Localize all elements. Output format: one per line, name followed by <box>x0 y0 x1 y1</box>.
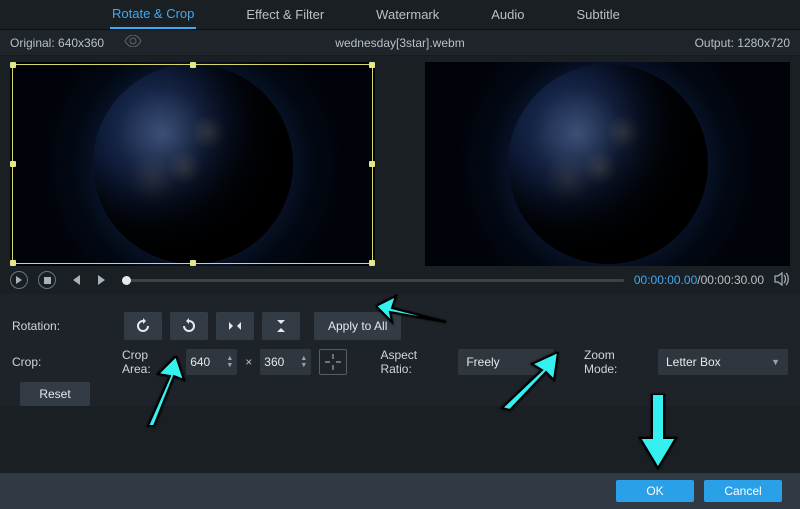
controls-panel: Rotation: Apply to All Crop: Crop Area: … <box>0 294 800 406</box>
zoom-mode-dropdown[interactable]: Letter Box ▼ <box>658 349 788 375</box>
chevron-down-icon: ▼ <box>771 357 780 367</box>
time-display: 00:00:00.00/00:00:30.00 <box>634 273 764 287</box>
width-down[interactable]: ▼ <box>226 362 233 369</box>
current-time: 00:00:00.00 <box>634 273 697 287</box>
output-preview <box>425 62 790 266</box>
tabs-bar: Rotate & Crop Effect & Filter Watermark … <box>0 0 800 30</box>
original-preview[interactable] <box>10 62 375 266</box>
flip-horizontal-button[interactable] <box>216 312 254 340</box>
crop-label: Crop: <box>12 355 71 369</box>
chevron-down-icon: ▼ <box>537 357 546 367</box>
crop-width-input[interactable]: 640 ▲▼ <box>186 349 237 375</box>
playback-bar: 00:00:00.00/00:00:30.00 <box>0 266 800 294</box>
rotation-label: Rotation: <box>12 319 72 333</box>
aspect-ratio-label: Aspect Ratio: <box>380 348 450 376</box>
aspect-ratio-dropdown[interactable]: Freely ▼ <box>458 349 554 375</box>
times-icon: × <box>245 355 252 369</box>
aspect-ratio-value: Freely <box>466 355 537 369</box>
zoom-mode-value: Letter Box <box>666 355 771 369</box>
eye-icon[interactable] <box>124 35 142 50</box>
seek-track[interactable] <box>122 279 624 282</box>
height-up[interactable]: ▲ <box>300 355 307 362</box>
total-time: 00:00:30.00 <box>701 273 764 287</box>
width-up[interactable]: ▲ <box>226 355 233 362</box>
filename-label: wednesday[3star].webm <box>335 36 464 50</box>
crop-width-value: 640 <box>190 355 226 369</box>
crop-area-label: Crop Area: <box>122 348 178 376</box>
apply-to-all-button[interactable]: Apply to All <box>314 312 401 340</box>
zoom-mode-label: Zoom Mode: <box>584 348 650 376</box>
rotation-row: Rotation: Apply to All <box>12 308 788 344</box>
cancel-button[interactable]: Cancel <box>704 480 782 502</box>
crop-height-value: 360 <box>264 355 300 369</box>
rotate-right-button[interactable] <box>170 312 208 340</box>
center-crop-button[interactable] <box>319 349 346 375</box>
flip-vertical-button[interactable] <box>262 312 300 340</box>
seek-knob[interactable] <box>122 276 131 285</box>
info-bar: Original: 640x360 wednesday[3star].webm … <box>0 30 800 56</box>
output-dimensions: Output: 1280x720 <box>695 36 790 50</box>
stop-button[interactable] <box>38 271 56 289</box>
play-button[interactable] <box>10 271 28 289</box>
footer-bar: OK Cancel <box>0 473 800 509</box>
tab-audio[interactable]: Audio <box>489 1 526 28</box>
reset-button[interactable]: Reset <box>20 382 90 406</box>
volume-icon[interactable] <box>774 272 790 289</box>
original-dimensions: Original: 640x360 <box>10 36 104 50</box>
prev-frame-button[interactable] <box>66 271 84 289</box>
height-down[interactable]: ▼ <box>300 362 307 369</box>
ok-button[interactable]: OK <box>616 480 694 502</box>
crop-height-input[interactable]: 360 ▲▼ <box>260 349 311 375</box>
tab-rotate-crop[interactable]: Rotate & Crop <box>110 0 196 29</box>
tab-subtitle[interactable]: Subtitle <box>575 1 622 28</box>
crop-row: Crop: Crop Area: 640 ▲▼ × 360 ▲▼ Aspect … <box>12 344 788 380</box>
preview-row <box>0 56 800 266</box>
rotate-left-button[interactable] <box>124 312 162 340</box>
tab-effect-filter[interactable]: Effect & Filter <box>244 1 326 28</box>
next-frame-button[interactable] <box>94 271 112 289</box>
tab-watermark[interactable]: Watermark <box>374 1 441 28</box>
